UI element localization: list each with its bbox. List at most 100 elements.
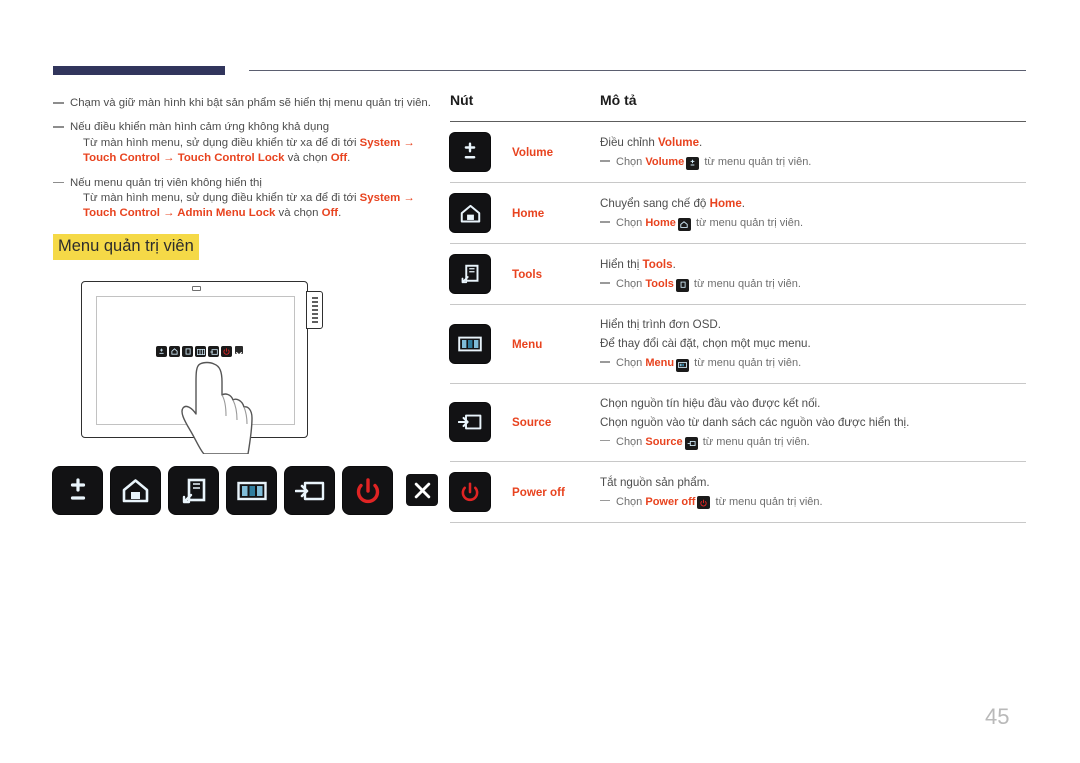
description-note: Chọn Source từ menu quản trị viên. [600, 434, 1026, 450]
row-icon-cell [450, 461, 512, 522]
home-icon [460, 204, 480, 222]
note-keyword: Home [645, 217, 676, 229]
page-number: 45 [985, 704, 1010, 729]
row-name-cell: Menu [512, 305, 600, 384]
volume-button[interactable] [450, 133, 490, 171]
source-button[interactable] [450, 403, 490, 441]
table-row: Home Chuyển sang chế độ Home. Chọn Home … [450, 183, 1026, 244]
power-icon [461, 481, 479, 501]
dash-icon [53, 126, 64, 128]
description-note: Chọn Menu từ menu quản trị viên. [600, 355, 1026, 372]
row-desc-cell: Chuyển sang chế độ Home. Chọn Home từ me… [600, 183, 1026, 244]
note-arrow: → [400, 136, 415, 149]
tools-icon [182, 478, 205, 503]
button-label: Volume [512, 146, 554, 159]
description-note: Chọn Tools từ menu quản trị viên. [600, 276, 1026, 292]
volume-button[interactable] [53, 467, 102, 514]
home-button[interactable] [450, 194, 490, 232]
desc-text: Hiển thị [600, 258, 643, 271]
row-icon-cell [450, 305, 512, 384]
button-label: Power off [512, 485, 565, 499]
pointing-hand-illustration [181, 361, 253, 454]
row-icon-cell [450, 244, 512, 305]
menu-button[interactable] [227, 467, 276, 514]
desc-keyword: Volume [658, 136, 700, 149]
note-keyword: Touch Control [83, 207, 160, 220]
note-suffix: từ menu quản trị viên. [701, 156, 812, 168]
row-desc-cell: Chọn nguồn tín hiệu đầu vào được kết nối… [600, 383, 1026, 461]
dash-icon [600, 439, 610, 442]
desc-end: . [699, 136, 703, 149]
description-note: Chọn Home từ menu quản trị viên. [600, 215, 1026, 231]
desc-keyword: Tools [642, 258, 673, 271]
row-name-cell: Power off [512, 461, 600, 522]
home-button[interactable] [111, 467, 160, 514]
tablet-illustration [60, 272, 360, 457]
description-note: Chọn Volume từ menu quản trị viên. [600, 154, 1026, 170]
note-keyword: System [359, 136, 401, 149]
desc-end: . [672, 258, 676, 271]
row-desc-cell: Hiển thị trình đơn OSD. Để thay đổi cài … [600, 305, 1026, 384]
tools-button[interactable] [169, 467, 218, 514]
camera-icon [192, 286, 201, 291]
description-line: Chọn nguồn vào từ danh sách các nguồn và… [600, 415, 910, 429]
note-prefix: Chọn [616, 156, 646, 168]
note-prefix: Chọn [616, 357, 646, 369]
tools-icon [675, 278, 689, 292]
menu-icon [676, 358, 690, 372]
tools-button[interactable] [450, 255, 490, 293]
description-line: Để thay đổi cài đặt, chọn một mục menu. [600, 337, 811, 350]
th-button: Nút [450, 92, 474, 108]
note-text: Nếu menu quản trị viên không hiển thị [70, 176, 262, 189]
button-label: Home [512, 207, 545, 220]
note-keyword: Off [321, 207, 339, 220]
note-keyword: Off [330, 152, 348, 165]
desc-text: Chuyển sang chế độ [600, 197, 710, 210]
top-rule-thick [53, 66, 225, 75]
samsung-logo [312, 297, 318, 325]
note-item: Nếu menu quản trị viên không hiển thị Từ… [53, 176, 438, 222]
row-icon-cell [450, 122, 512, 183]
desc-text: Điều chỉnh [600, 136, 659, 149]
tools-icon [461, 264, 479, 284]
close-button[interactable] [406, 474, 438, 506]
note-sub-mid: và chọn [284, 152, 331, 165]
source-icon [684, 436, 698, 450]
button-label: Source [512, 416, 552, 429]
dash-icon [600, 282, 610, 284]
admin-menu-button-row [53, 467, 438, 514]
source-icon [458, 414, 482, 430]
power-off-button[interactable] [450, 472, 490, 511]
note-prefix: Chọn [616, 217, 646, 229]
note-prefix: Chọn [616, 495, 646, 508]
menu-button[interactable] [450, 324, 490, 363]
power-off-button[interactable] [343, 467, 392, 514]
source-button[interactable] [285, 467, 334, 514]
note-prefix: Chọn [616, 435, 646, 448]
power-icon [356, 477, 379, 503]
th-description: Mô tả [600, 92, 637, 108]
row-name-cell: Volume [512, 122, 600, 183]
home-icon [122, 479, 149, 503]
note-sub-prefix: Từ màn hình menu, sử dụng điều khiển từ … [83, 136, 360, 149]
note-subtext: Từ màn hình menu, sử dụng điều khiển từ … [70, 191, 438, 222]
row-name-cell: Tools [512, 244, 600, 305]
note-sub-mid: và chọn [275, 207, 322, 220]
note-arrow: → [159, 152, 178, 165]
table-header-row: Nút Mô tả [450, 92, 1026, 122]
dash-icon [600, 361, 610, 363]
note-suffix: từ menu quản trị viên. [690, 278, 801, 290]
note-item: Nếu điều khiển màn hình cảm ứng không kh… [53, 120, 438, 166]
dash-icon [53, 102, 64, 104]
row-icon-cell [450, 383, 512, 461]
note-keyword: Volume [645, 156, 685, 168]
note-keyword: System [359, 192, 401, 205]
note-suffix: từ menu quản trị viên. [699, 435, 810, 448]
desc-end: . [741, 197, 746, 210]
volume-icon [464, 142, 476, 159]
button-label: Menu [512, 337, 543, 351]
home-icon [677, 218, 691, 231]
dash-icon [600, 221, 610, 223]
top-rule-thin [249, 70, 1026, 71]
brand-tab [306, 291, 323, 329]
